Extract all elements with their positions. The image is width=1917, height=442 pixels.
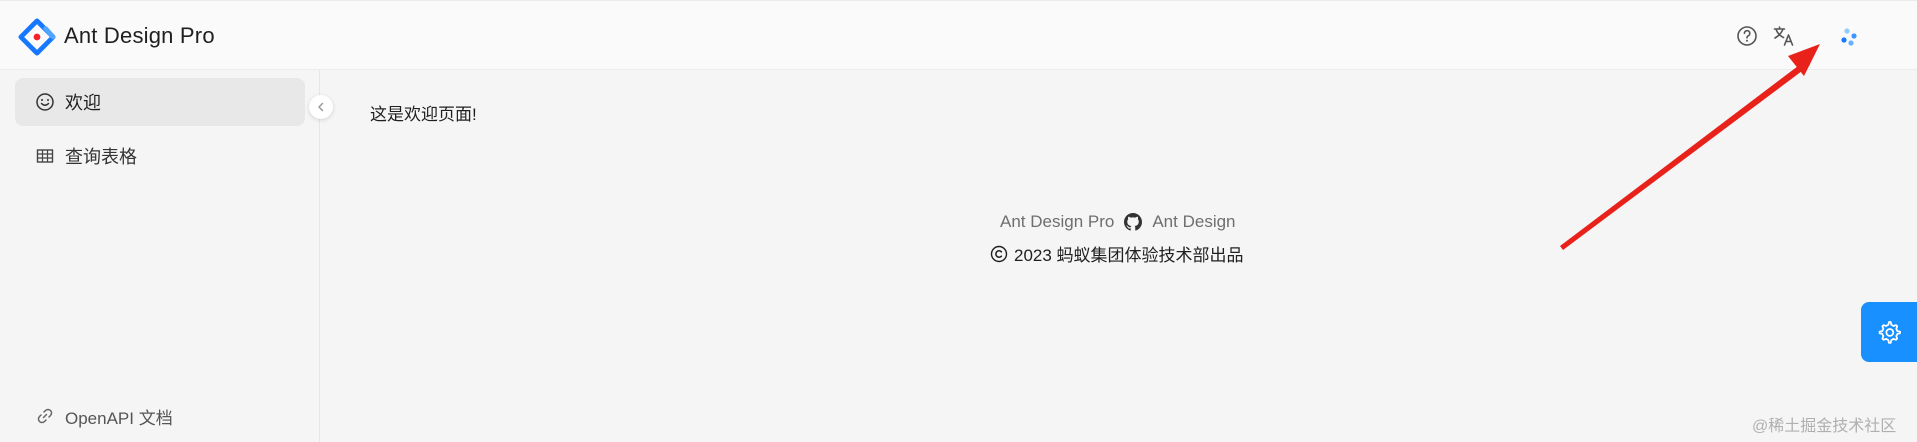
sidebar-item-table[interactable]: 查询表格 xyxy=(15,132,305,180)
link-icon xyxy=(37,408,53,424)
smile-icon xyxy=(36,93,54,111)
sidebar-item-label: 查询表格 xyxy=(65,147,137,167)
copyright-text: 2023 蚂蚁集团体验技术部出品 xyxy=(1014,246,1244,265)
sidebar-item-label: 欢迎 xyxy=(65,93,101,113)
collapse-sidebar-button[interactable] xyxy=(309,95,333,119)
sidebar-item-openapi[interactable]: OpenAPI 文档 xyxy=(15,392,305,440)
footer-links: Ant Design Pro Ant Design xyxy=(1000,212,1236,232)
sidebar-item-welcome[interactable]: 欢迎 xyxy=(15,78,305,126)
chevron-left-icon xyxy=(318,102,324,112)
settings-drawer-button[interactable] xyxy=(1861,302,1917,362)
top-header: Ant Design Pro xyxy=(0,0,1917,70)
watermark-text: @稀土掘金技术社区 xyxy=(1752,418,1897,435)
footer-link-ant-design[interactable]: Ant Design xyxy=(1152,212,1235,232)
gear-icon xyxy=(1878,321,1901,344)
question-circle-icon[interactable] xyxy=(1735,24,1759,48)
github-icon[interactable] xyxy=(1124,213,1143,231)
copyright: 2023 蚂蚁集团体验技术部出品 xyxy=(990,241,1244,266)
translate-icon[interactable] xyxy=(1772,24,1796,48)
footer-link-ant-design-pro[interactable]: Ant Design Pro xyxy=(1000,212,1114,232)
copyright-icon xyxy=(990,245,1008,262)
ant-design-logo[interactable] xyxy=(18,18,56,56)
sidebar: 欢迎 查询表格 OpenAPI 文档 xyxy=(0,70,320,442)
avatar-loading-icon[interactable] xyxy=(1838,26,1860,48)
table-icon xyxy=(36,149,54,163)
welcome-text: 这是欢迎页面! xyxy=(370,105,477,124)
sidebar-item-label: OpenAPI 文档 xyxy=(65,408,173,428)
app-title[interactable]: Ant Design Pro xyxy=(64,23,215,49)
